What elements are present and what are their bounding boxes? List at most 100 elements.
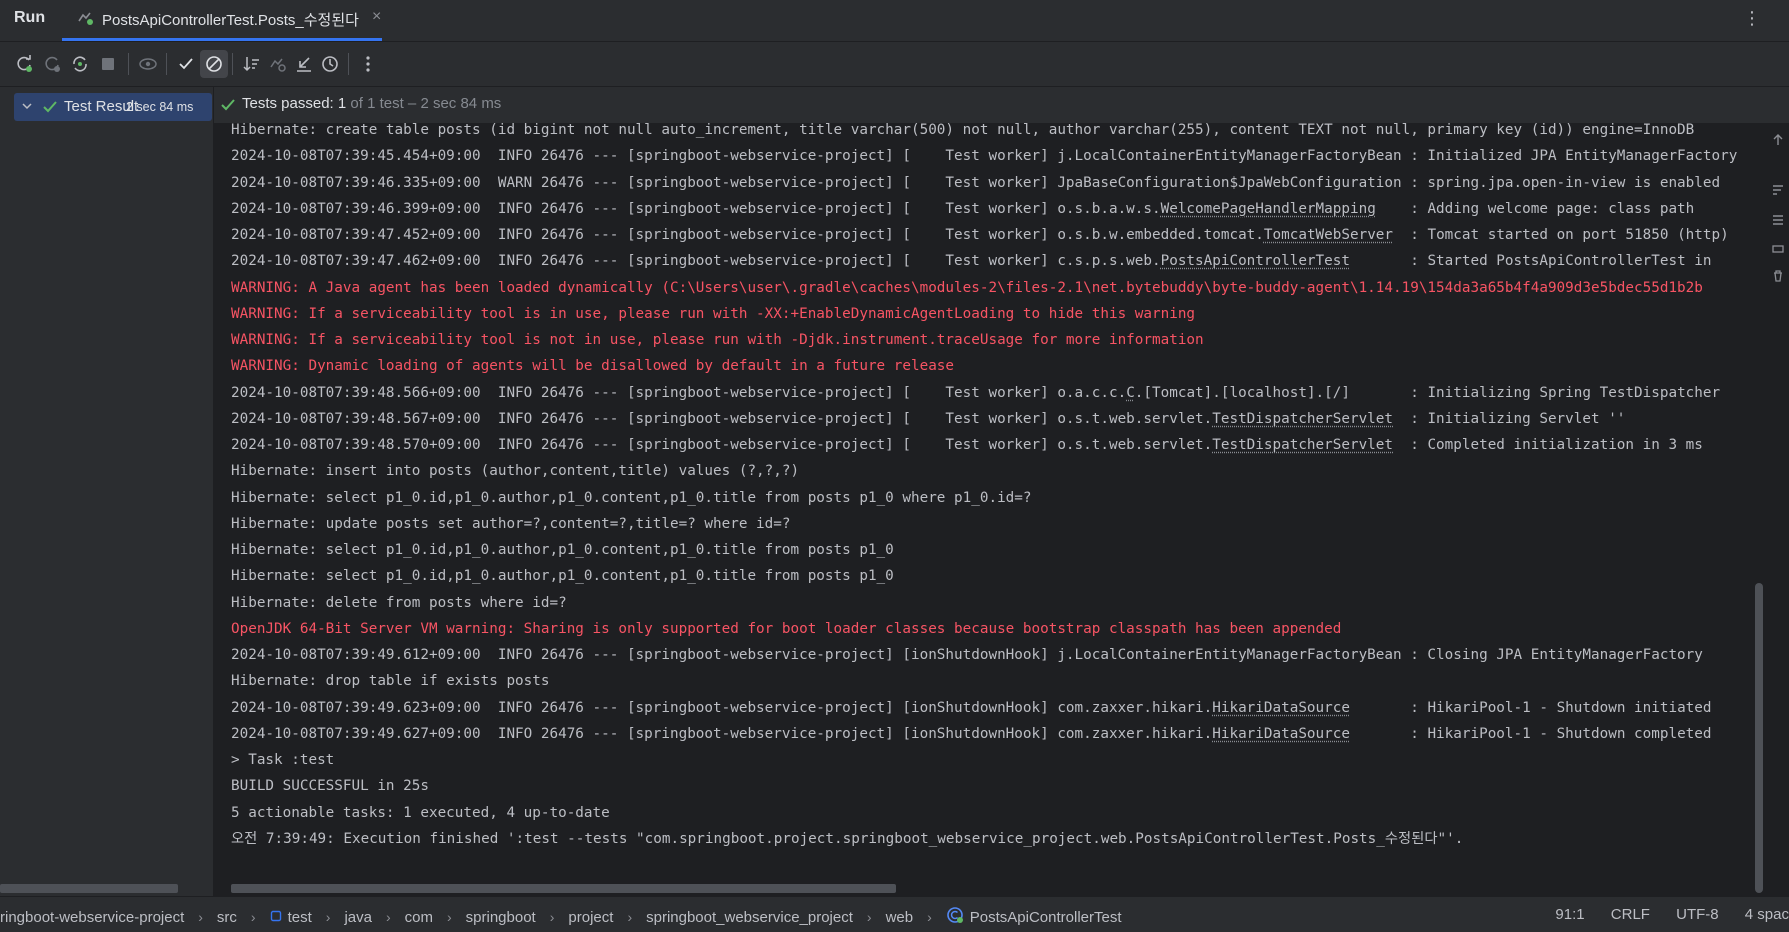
class-link[interactable]: TestDispatcherServlet bbox=[1212, 437, 1393, 453]
scroll-to-end-icon[interactable] bbox=[1771, 213, 1785, 227]
module-icon bbox=[270, 909, 282, 926]
active-tab-indicator bbox=[62, 38, 382, 41]
show-passed-icon[interactable] bbox=[172, 50, 200, 78]
test-tree-panel: Test Results 2 sec 84 ms bbox=[0, 87, 214, 896]
console-line: 2024-10-08T07:39:46.399+09:00 INFO 26476… bbox=[231, 196, 1751, 222]
stop-icon[interactable] bbox=[94, 50, 122, 78]
horizontal-scrollbar[interactable] bbox=[231, 884, 896, 893]
tab-run-configuration[interactable]: PostsApiControllerTest.Posts_수정된다 × bbox=[62, 0, 392, 41]
breadcrumb-item[interactable]: springboot_webservice_project bbox=[646, 909, 853, 926]
breadcrumb-item[interactable]: project bbox=[568, 909, 613, 926]
file-encoding[interactable]: UTF-8 bbox=[1676, 906, 1719, 923]
breadcrumb-item[interactable]: com bbox=[405, 909, 433, 926]
chevron-right-icon: › bbox=[251, 909, 256, 925]
console-line-text: : Initializing Servlet '' bbox=[1393, 411, 1625, 427]
horizontal-scrollbar[interactable] bbox=[0, 884, 178, 893]
history-icon[interactable] bbox=[316, 50, 344, 78]
status-bar: ringboot-webservice-project › src › test › jav… bbox=[0, 896, 1789, 932]
run-tool-title: Run bbox=[14, 9, 45, 27]
console-line-text: 2024-10-08T07:39:49.623+09:00 INFO 26476… bbox=[231, 700, 1212, 716]
breadcrumb-item[interactable]: web bbox=[886, 909, 914, 926]
chevron-down-icon[interactable] bbox=[20, 99, 34, 113]
console-output[interactable]: Hibernate: create table posts (id bigint… bbox=[214, 123, 1767, 896]
show-ignored-icon[interactable] bbox=[200, 50, 228, 78]
class-link[interactable]: C bbox=[1126, 385, 1135, 401]
breadcrumb: ringboot-webservice-project › src › test › jav… bbox=[0, 906, 1122, 928]
breadcrumb-label: springboot_webservice_project bbox=[646, 909, 853, 926]
breadcrumb-item[interactable]: PostsApiControllerTest bbox=[946, 906, 1122, 928]
console-line: Hibernate: insert into posts (author,con… bbox=[231, 458, 1751, 484]
indent-setting[interactable]: 4 spac bbox=[1745, 906, 1789, 923]
breadcrumb-label: project bbox=[568, 909, 613, 926]
console-warning-line: WARNING: If a serviceability tool is in … bbox=[231, 301, 1751, 327]
console-line: 2024-10-08T07:39:46.335+09:00 WARN 26476… bbox=[231, 170, 1751, 196]
console-line-text: 2024-10-08T07:39:47.452+09:00 INFO 26476… bbox=[231, 227, 1264, 243]
tests-passed-label: Tests passed: 1 bbox=[242, 95, 346, 112]
console-line: BUILD SUCCESSFUL in 25s bbox=[231, 773, 1751, 799]
class-link[interactable]: HikariDataSource bbox=[1212, 700, 1350, 716]
chevron-right-icon: › bbox=[550, 909, 555, 925]
toolbar-separator bbox=[166, 53, 167, 75]
chevron-right-icon: › bbox=[867, 909, 872, 925]
console-line: Hibernate: select p1_0.id,p1_0.author,p1… bbox=[231, 485, 1751, 511]
caret-position[interactable]: 91:1 bbox=[1555, 906, 1584, 923]
console-line: 2024-10-08T07:39:48.570+09:00 INFO 26476… bbox=[231, 432, 1751, 458]
console-line-text: : HikariPool-1 - Shutdown initiated bbox=[1350, 700, 1712, 716]
run-tool-window-header: Run PostsApiControllerTest.Posts_수정된다 × … bbox=[0, 0, 1789, 42]
test-summary: Tests passed: 1 of 1 test – 2 sec 84 ms bbox=[242, 95, 501, 112]
chevron-right-icon: › bbox=[326, 909, 331, 925]
class-link[interactable]: WelcomePageHandlerMapping bbox=[1161, 201, 1376, 217]
more-options-icon[interactable]: ⋮ bbox=[1743, 8, 1761, 29]
more-icon[interactable] bbox=[354, 50, 382, 78]
console-line: 2024-10-08T07:39:49.623+09:00 INFO 26476… bbox=[231, 695, 1751, 721]
rerun-icon[interactable] bbox=[10, 50, 38, 78]
close-icon[interactable]: × bbox=[372, 8, 381, 26]
console-line: > Task :test bbox=[231, 747, 1751, 773]
console-line: Hibernate: create table posts (id bigint… bbox=[231, 123, 1751, 143]
export-icon[interactable] bbox=[290, 50, 318, 78]
chevron-right-icon: › bbox=[447, 909, 452, 925]
breadcrumb-item[interactable]: ringboot-webservice-project bbox=[0, 909, 184, 926]
tree-item-test-results[interactable]: Test Results 2 sec 84 ms bbox=[14, 93, 212, 121]
console-line-text: 2024-10-08T07:39:48.570+09:00 INFO 26476… bbox=[231, 437, 1212, 453]
console-warning-line: WARNING: Dynamic loading of agents will … bbox=[231, 353, 1751, 379]
console-line: 2024-10-08T07:39:48.566+09:00 INFO 26476… bbox=[231, 380, 1751, 406]
class-link[interactable]: TestDispatcherServlet bbox=[1212, 411, 1393, 427]
up-arrow-icon[interactable] bbox=[1771, 133, 1785, 147]
console-line-text: .[Tomcat].[localhost].[/] : Initializing… bbox=[1135, 385, 1720, 401]
breadcrumb-item[interactable]: java bbox=[344, 909, 372, 926]
breadcrumb-item[interactable]: test bbox=[270, 909, 312, 926]
toggle-auto-test-icon[interactable] bbox=[66, 50, 94, 78]
console-line: 2024-10-08T07:39:47.452+09:00 INFO 26476… bbox=[231, 222, 1751, 248]
soft-wrap-icon[interactable] bbox=[1771, 183, 1785, 197]
console-line: 2024-10-08T07:39:49.627+09:00 INFO 26476… bbox=[231, 721, 1751, 747]
status-widgets: 91:1 CRLF UTF-8 4 spac bbox=[1533, 906, 1789, 923]
breadcrumb-label: src bbox=[217, 909, 237, 926]
trash-icon[interactable] bbox=[1771, 269, 1785, 283]
sort-icon[interactable] bbox=[238, 50, 266, 78]
tests-detail-label: of 1 test – 2 sec 84 ms bbox=[346, 95, 501, 112]
test-runner-toolbar bbox=[0, 42, 1789, 87]
console-line-text: 2024-10-08T07:39:48.567+09:00 INFO 26476… bbox=[231, 411, 1212, 427]
console-line: Hibernate: select p1_0.id,p1_0.author,p1… bbox=[231, 537, 1751, 563]
import-tests-icon[interactable] bbox=[264, 50, 292, 78]
rerun-failed-icon[interactable] bbox=[38, 50, 66, 78]
class-link[interactable]: PostsApiControllerTest bbox=[1161, 253, 1350, 269]
console-line: 5 actionable tasks: 1 executed, 4 up-to-… bbox=[231, 800, 1751, 826]
console-line-text: 2024-10-08T07:39:47.462+09:00 INFO 26476… bbox=[231, 253, 1161, 269]
toolbar-separator bbox=[232, 53, 233, 75]
vertical-scrollbar[interactable] bbox=[1755, 583, 1763, 893]
print-icon[interactable] bbox=[1771, 241, 1785, 255]
console-line: 2024-10-08T07:39:45.454+09:00 INFO 26476… bbox=[231, 143, 1751, 169]
class-link[interactable]: TomcatWebServer bbox=[1264, 227, 1393, 243]
eye-icon[interactable] bbox=[134, 50, 162, 78]
breadcrumb-label: test bbox=[288, 909, 312, 926]
line-separator[interactable]: CRLF bbox=[1611, 906, 1650, 923]
console-line: Hibernate: drop table if exists posts bbox=[231, 668, 1751, 694]
console-side-toolbar bbox=[1767, 123, 1789, 896]
breadcrumb-item[interactable]: springboot bbox=[466, 909, 536, 926]
toolbar-separator bbox=[348, 53, 349, 75]
breadcrumb-item[interactable]: src bbox=[217, 909, 237, 926]
console-line-text: : Completed initialization in 3 ms bbox=[1393, 437, 1703, 453]
class-link[interactable]: HikariDataSource bbox=[1212, 726, 1350, 742]
